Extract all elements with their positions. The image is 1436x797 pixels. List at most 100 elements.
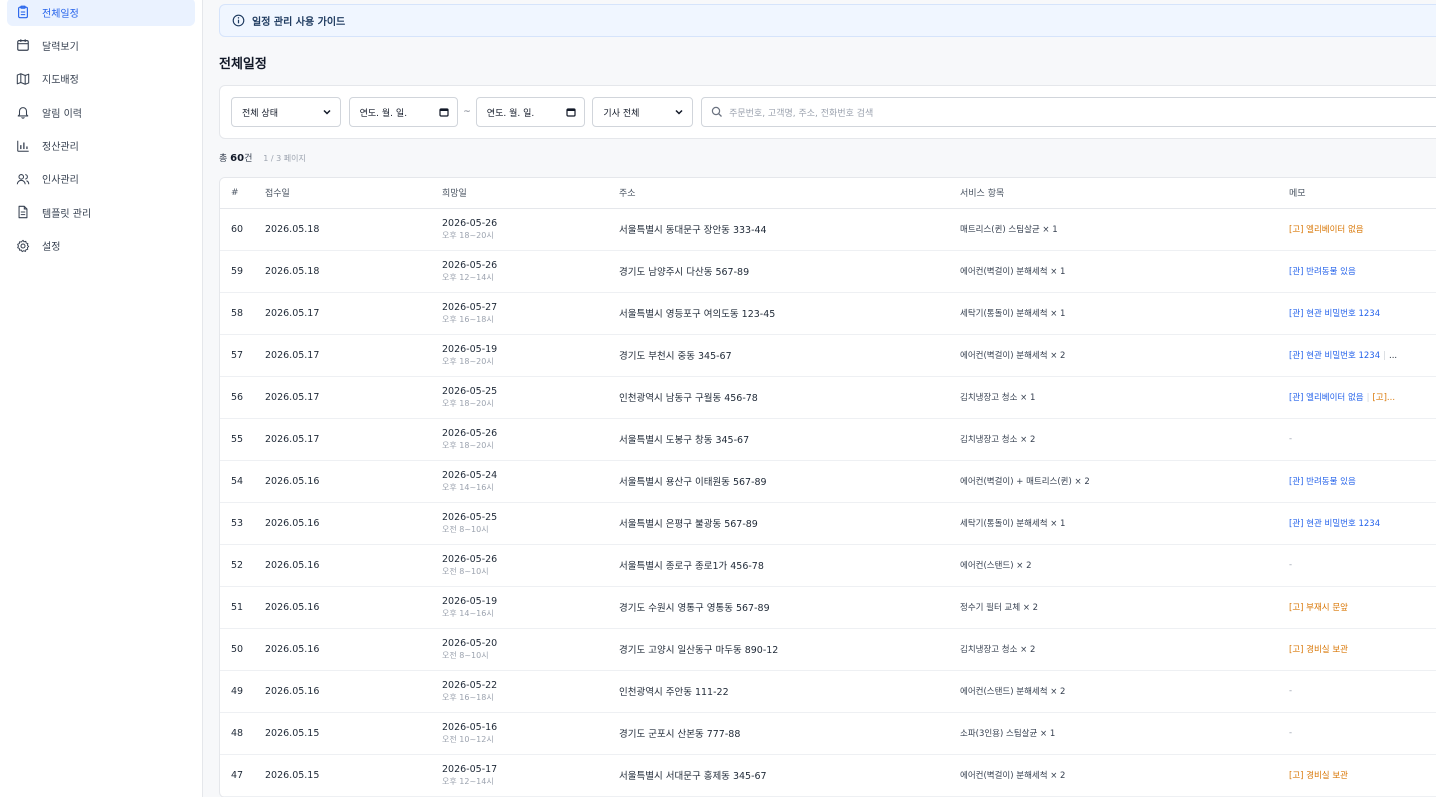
table-row[interactable]: 51 2026.05.16 2026-05-19 오후 14~16시 경기도 수원시 영… [220,586,1436,629]
table-row[interactable]: 48 2026.05.15 2026-05-16 오전 10~12시 경기도 군포시 산… [220,712,1436,755]
table-row[interactable]: 59 2026.05.18 2026-05-26 오후 12~14시 경기도 남양주시 … [220,250,1436,293]
status-select[interactable]: 전체 상태 [231,97,341,127]
memo-text: - [1289,560,1293,570]
cell-received-date: 2026.05.16 [254,502,431,545]
sidebar: 전체일정달력보기지도배정알림 이력정산관리인사관리템플릿 관리설정 [0,0,203,797]
driver-select-value: 기사 전체 [603,108,640,119]
bar-chart-icon [16,139,30,153]
cell-received-date: 2026.05.17 [254,292,431,335]
sidebar-item-5[interactable]: 인사관리 [7,165,195,193]
cell-received-date: 2026.05.16 [254,586,431,629]
document-icon [16,205,30,219]
cell-service: 에어컨(스탠드) 분해세척 × 2 [949,670,1278,713]
cell-service: 김치냉장고 청소 × 2 [949,628,1278,671]
cell-received-date: 2026.05.16 [254,670,431,713]
desired-date: 2026-05-24 [442,470,498,481]
desired-time: 오후 18~20시 [442,399,494,408]
table-header-row: # 접수일 희망일 주소 서비스 항목 메모 [220,178,1436,209]
cell-service: 세탁기(통돌이) 분해세척 × 1 [949,502,1278,545]
cell-address: 경기도 수원시 영통구 영통동 567-89 [608,586,949,629]
table-row[interactable]: 58 2026.05.17 2026-05-27 오후 16~18시 서울특별시 영등포… [220,292,1436,335]
memo-text: [관] 반려동물 있음 [1289,477,1356,487]
cell-received-date: 2026.05.16 [254,460,431,503]
cell-memo: - [1278,712,1436,755]
date-to-input[interactable]: 연도. 월. 일. [475,97,586,127]
cell-desired-date: 2026-05-26 오후 18~20시 [431,208,608,251]
header-memo[interactable]: 메모 [1278,178,1436,209]
desired-time: 오후 12~14시 [442,777,494,786]
usage-guide-banner[interactable]: 일정 관리 사용 가이드 [219,4,1436,37]
table-row[interactable]: 57 2026.05.17 2026-05-19 오후 18~20시 경기도 부천시 중… [220,334,1436,377]
sidebar-item-label: 템플릿 관리 [42,208,92,220]
sidebar-item-label: 달력보기 [42,41,79,53]
count-suffix: 건 [244,154,253,164]
cell-memo: [관] 현관 비밀번호 1234 [1278,502,1436,545]
cell-memo: - [1278,544,1436,587]
cell-desired-date: 2026-05-20 오전 8~10시 [431,628,608,671]
cell-memo: [관] 현관 비밀번호 1234 [1278,292,1436,335]
cell-received-date: 2026.05.17 [254,418,431,461]
table-row[interactable]: 60 2026.05.18 2026-05-26 오후 18~20시 서울특별시 동대문… [220,208,1436,251]
cell-address: 경기도 남양주시 다산동 567-89 [608,250,949,293]
memo-text: [고] 엘리베이터 없음 [1289,225,1364,235]
sidebar-item-3[interactable]: 알림 이력 [7,98,195,126]
cell-no: 50 [220,628,254,671]
page-info: 1 / 3 페이지 [263,154,306,163]
cell-memo: - [1278,418,1436,461]
sidebar-item-2[interactable]: 지도배정 [7,65,195,93]
desired-time: 오후 12~14시 [442,273,494,282]
sidebar-item-label: 설정 [42,242,61,254]
cell-no: 56 [220,376,254,419]
cell-address: 경기도 부천시 중동 345-67 [608,334,949,377]
desired-date: 2026-05-26 [442,428,498,439]
cell-service: 세탁기(통돌이) 분해세척 × 1 [949,292,1278,335]
desired-time: 오전 8~10시 [442,567,489,576]
clipboard-icon [16,5,30,19]
table-row[interactable]: 49 2026.05.16 2026-05-22 오후 16~18시 인천광역시 주안동… [220,670,1436,713]
sidebar-item-label: 정산관리 [42,142,79,154]
header-no[interactable]: # [220,178,254,209]
table-row[interactable]: 47 2026.05.15 2026-05-17 오후 12~14시 서울특별시 서대문… [220,754,1436,797]
sidebar-item-1[interactable]: 달력보기 [7,31,195,59]
cell-address: 서울특별시 용산구 이태원동 567-89 [608,460,949,503]
sidebar-item-4[interactable]: 정산관리 [7,132,195,160]
cell-service: 김치냉장고 청소 × 2 [949,418,1278,461]
table-row[interactable]: 53 2026.05.16 2026-05-25 오전 8~10시 서울특별시 은평구 … [220,502,1436,545]
desired-date: 2026-05-26 [442,218,498,229]
cell-no: 51 [220,586,254,629]
header-address[interactable]: 주소 [608,178,949,209]
date-from-input[interactable]: 연도. 월. 일. [348,97,459,127]
search-icon [711,106,723,118]
memo-text: [관] 반려동물 있음 [1289,267,1356,277]
table-row[interactable]: 52 2026.05.16 2026-05-26 오전 8~10시 서울특별시 종로구 … [220,544,1436,587]
memo-text: - [1289,434,1293,444]
header-desired-date[interactable]: 희망일 [431,178,608,209]
main-content: 일정 관리 사용 가이드 전체일정 전체 상태 연도. 월. 일. ~ 연도. … [203,0,1436,797]
date-to-placeholder: 연도. 월. 일. [486,108,535,119]
cell-memo: [관] 반려동물 있음 [1278,460,1436,503]
memo-text: ... [1389,351,1398,361]
sidebar-item-0[interactable]: 전체일정 [7,0,195,26]
cell-address: 경기도 군포시 산본동 777-88 [608,712,949,755]
sidebar-item-7[interactable]: 설정 [7,232,195,260]
header-received[interactable]: 접수일 [254,178,431,209]
cell-address: 서울특별시 영등포구 여의도동 123-45 [608,292,949,335]
cell-no: 52 [220,544,254,587]
cell-no: 58 [220,292,254,335]
cell-desired-date: 2026-05-26 오전 8~10시 [431,544,608,587]
table-row[interactable]: 54 2026.05.16 2026-05-24 오후 14~16시 서울특별시 용산구… [220,460,1436,503]
memo-text: - [1289,728,1293,738]
sidebar-item-6[interactable]: 템플릿 관리 [7,198,195,226]
table-row[interactable]: 56 2026.05.17 2026-05-25 오후 18~20시 인천광역시 남동구… [220,376,1436,419]
memo-text: [고] 경비실 보관 [1289,771,1348,781]
cell-received-date: 2026.05.18 [254,208,431,251]
memo-text: [고] 경비실 보관 [1289,645,1348,655]
driver-select[interactable]: 기사 전체 [592,97,694,127]
search-input[interactable]: 주문번호, 고객명, 주소, 전화번호 검색 [701,97,1436,127]
table-row[interactable]: 50 2026.05.16 2026-05-20 오전 8~10시 경기도 고양시 일산… [220,628,1436,671]
schedule-table: # 접수일 희망일 주소 서비스 항목 메모 60 2026.05.18 2026-… [219,177,1436,797]
header-service[interactable]: 서비스 항목 [949,178,1278,209]
table-row[interactable]: 55 2026.05.17 2026-05-26 오후 18~20시 서울특별시 도봉구… [220,418,1436,461]
cell-received-date: 2026.05.17 [254,376,431,419]
desired-date: 2026-05-20 [442,638,498,649]
